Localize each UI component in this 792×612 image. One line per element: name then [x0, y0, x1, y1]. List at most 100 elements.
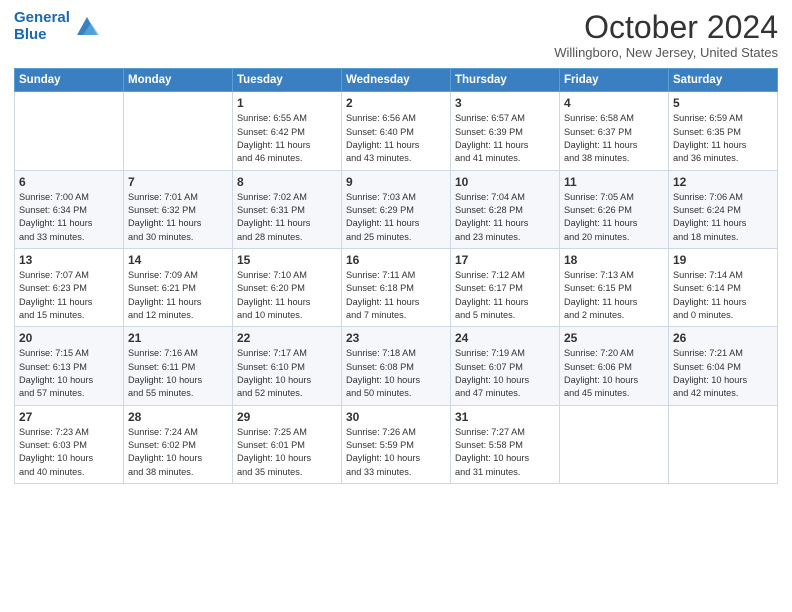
col-saturday: Saturday	[669, 69, 778, 92]
day-number: 22	[237, 331, 337, 345]
day-info: Sunrise: 6:56 AM Sunset: 6:40 PM Dayligh…	[346, 112, 446, 165]
day-number: 18	[564, 253, 664, 267]
day-number: 16	[346, 253, 446, 267]
page: General Blue October 2024 Willingboro, N…	[0, 0, 792, 612]
day-info: Sunrise: 7:14 AM Sunset: 6:14 PM Dayligh…	[673, 269, 773, 322]
month-title: October 2024	[554, 10, 778, 45]
day-info: Sunrise: 7:24 AM Sunset: 6:02 PM Dayligh…	[128, 426, 228, 479]
calendar-body: 1Sunrise: 6:55 AM Sunset: 6:42 PM Daylig…	[15, 92, 778, 484]
calendar-table: Sunday Monday Tuesday Wednesday Thursday…	[14, 68, 778, 484]
cell-5-4: 30Sunrise: 7:26 AM Sunset: 5:59 PM Dayli…	[342, 405, 451, 483]
day-info: Sunrise: 7:00 AM Sunset: 6:34 PM Dayligh…	[19, 191, 119, 244]
day-info: Sunrise: 7:09 AM Sunset: 6:21 PM Dayligh…	[128, 269, 228, 322]
day-number: 27	[19, 410, 119, 424]
day-number: 14	[128, 253, 228, 267]
day-number: 7	[128, 175, 228, 189]
week-row-4: 20Sunrise: 7:15 AM Sunset: 6:13 PM Dayli…	[15, 327, 778, 405]
day-number: 5	[673, 96, 773, 110]
cell-5-5: 31 Sunrise: 7:27 AM Sunset: 5:58 PM Dayli…	[451, 405, 560, 483]
logo-icon	[73, 13, 101, 41]
day-info: Sunrise: 7:20 AM Sunset: 6:06 PM Dayligh…	[564, 347, 664, 400]
cell-4-4: 23 Sunrise: 7:18 AM Sunset: 6:08 PM Dayli…	[342, 327, 451, 405]
location: Willingboro, New Jersey, United States	[554, 45, 778, 60]
day-info: Sunrise: 7:23 AM Sunset: 6:03 PM Dayligh…	[19, 426, 119, 479]
day-info: Sunrise: 7:11 AM Sunset: 6:18 PM Dayligh…	[346, 269, 446, 322]
week-row-2: 6Sunrise: 7:00 AM Sunset: 6:34 PM Daylig…	[15, 170, 778, 248]
col-sunday: Sunday	[15, 69, 124, 92]
day-info: Sunrise: 7:01 AM Sunset: 6:32 PM Dayligh…	[128, 191, 228, 244]
logo-blue: Blue	[14, 26, 47, 43]
cell-1-6: 4 Sunrise: 6:58 AM Sunset: 6:37 PM Daylig…	[560, 92, 669, 170]
cell-5-6	[560, 405, 669, 483]
col-thursday: Thursday	[451, 69, 560, 92]
cell-1-1	[15, 92, 124, 170]
week-row-3: 13 Sunrise: 7:07 AM Sunset: 6:23 PM Dayli…	[15, 248, 778, 326]
cell-4-1: 20Sunrise: 7:15 AM Sunset: 6:13 PM Dayli…	[15, 327, 124, 405]
day-number: 3	[455, 96, 555, 110]
logo: General Blue	[14, 10, 101, 43]
day-number: 15	[237, 253, 337, 267]
cell-3-1: 13 Sunrise: 7:07 AM Sunset: 6:23 PM Dayli…	[15, 248, 124, 326]
cell-4-2: 21 Sunrise: 7:16 AM Sunset: 6:11 PM Dayli…	[124, 327, 233, 405]
cell-4-6: 25 Sunrise: 7:20 AM Sunset: 6:06 PM Dayli…	[560, 327, 669, 405]
day-info: Sunrise: 7:04 AM Sunset: 6:28 PM Dayligh…	[455, 191, 555, 244]
cell-5-2: 28 Sunrise: 7:24 AM Sunset: 6:02 PM Dayli…	[124, 405, 233, 483]
day-info: Sunrise: 7:26 AM Sunset: 5:59 PM Dayligh…	[346, 426, 446, 479]
day-number: 13	[19, 253, 119, 267]
day-number: 31	[455, 410, 555, 424]
day-info: Sunrise: 7:12 AM Sunset: 6:17 PM Dayligh…	[455, 269, 555, 322]
day-info: Sunrise: 7:18 AM Sunset: 6:08 PM Dayligh…	[346, 347, 446, 400]
day-number: 26	[673, 331, 773, 345]
col-monday: Monday	[124, 69, 233, 92]
day-number: 28	[128, 410, 228, 424]
cell-2-3: 8Sunrise: 7:02 AM Sunset: 6:31 PM Daylig…	[233, 170, 342, 248]
title-block: October 2024 Willingboro, New Jersey, Un…	[554, 10, 778, 60]
day-number: 25	[564, 331, 664, 345]
col-friday: Friday	[560, 69, 669, 92]
cell-1-3: 1Sunrise: 6:55 AM Sunset: 6:42 PM Daylig…	[233, 92, 342, 170]
header: General Blue October 2024 Willingboro, N…	[14, 10, 778, 60]
day-info: Sunrise: 7:21 AM Sunset: 6:04 PM Dayligh…	[673, 347, 773, 400]
day-info: Sunrise: 7:13 AM Sunset: 6:15 PM Dayligh…	[564, 269, 664, 322]
cell-5-7	[669, 405, 778, 483]
day-info: Sunrise: 7:10 AM Sunset: 6:20 PM Dayligh…	[237, 269, 337, 322]
week-row-5: 27 Sunrise: 7:23 AM Sunset: 6:03 PM Dayli…	[15, 405, 778, 483]
day-info: Sunrise: 7:16 AM Sunset: 6:11 PM Dayligh…	[128, 347, 228, 400]
cell-3-5: 17 Sunrise: 7:12 AM Sunset: 6:17 PM Dayli…	[451, 248, 560, 326]
day-number: 23	[346, 331, 446, 345]
day-info: Sunrise: 6:59 AM Sunset: 6:35 PM Dayligh…	[673, 112, 773, 165]
logo-text: General Blue	[14, 10, 70, 43]
cell-4-5: 24Sunrise: 7:19 AM Sunset: 6:07 PM Dayli…	[451, 327, 560, 405]
cell-3-4: 16 Sunrise: 7:11 AM Sunset: 6:18 PM Dayli…	[342, 248, 451, 326]
day-info: Sunrise: 7:25 AM Sunset: 6:01 PM Dayligh…	[237, 426, 337, 479]
cell-3-6: 18 Sunrise: 7:13 AM Sunset: 6:15 PM Dayli…	[560, 248, 669, 326]
day-number: 21	[128, 331, 228, 345]
day-info: Sunrise: 7:02 AM Sunset: 6:31 PM Dayligh…	[237, 191, 337, 244]
cell-2-4: 9 Sunrise: 7:03 AM Sunset: 6:29 PM Daylig…	[342, 170, 451, 248]
day-info: Sunrise: 7:03 AM Sunset: 6:29 PM Dayligh…	[346, 191, 446, 244]
day-info: Sunrise: 7:27 AM Sunset: 5:58 PM Dayligh…	[455, 426, 555, 479]
day-info: Sunrise: 7:15 AM Sunset: 6:13 PM Dayligh…	[19, 347, 119, 400]
day-number: 4	[564, 96, 664, 110]
cell-2-2: 7 Sunrise: 7:01 AM Sunset: 6:32 PM Daylig…	[124, 170, 233, 248]
cell-2-7: 12Sunrise: 7:06 AM Sunset: 6:24 PM Dayli…	[669, 170, 778, 248]
day-number: 9	[346, 175, 446, 189]
cell-2-6: 11Sunrise: 7:05 AM Sunset: 6:26 PM Dayli…	[560, 170, 669, 248]
cell-5-3: 29 Sunrise: 7:25 AM Sunset: 6:01 PM Dayli…	[233, 405, 342, 483]
day-info: Sunrise: 6:57 AM Sunset: 6:39 PM Dayligh…	[455, 112, 555, 165]
cell-1-2	[124, 92, 233, 170]
day-number: 2	[346, 96, 446, 110]
logo-general: General	[14, 9, 70, 26]
day-info: Sunrise: 6:55 AM Sunset: 6:42 PM Dayligh…	[237, 112, 337, 165]
day-number: 19	[673, 253, 773, 267]
col-wednesday: Wednesday	[342, 69, 451, 92]
cell-1-7: 5 Sunrise: 6:59 AM Sunset: 6:35 PM Daylig…	[669, 92, 778, 170]
day-number: 11	[564, 175, 664, 189]
day-number: 12	[673, 175, 773, 189]
cell-2-1: 6Sunrise: 7:00 AM Sunset: 6:34 PM Daylig…	[15, 170, 124, 248]
day-info: Sunrise: 6:58 AM Sunset: 6:37 PM Dayligh…	[564, 112, 664, 165]
day-number: 29	[237, 410, 337, 424]
day-number: 17	[455, 253, 555, 267]
day-info: Sunrise: 7:07 AM Sunset: 6:23 PM Dayligh…	[19, 269, 119, 322]
day-number: 24	[455, 331, 555, 345]
